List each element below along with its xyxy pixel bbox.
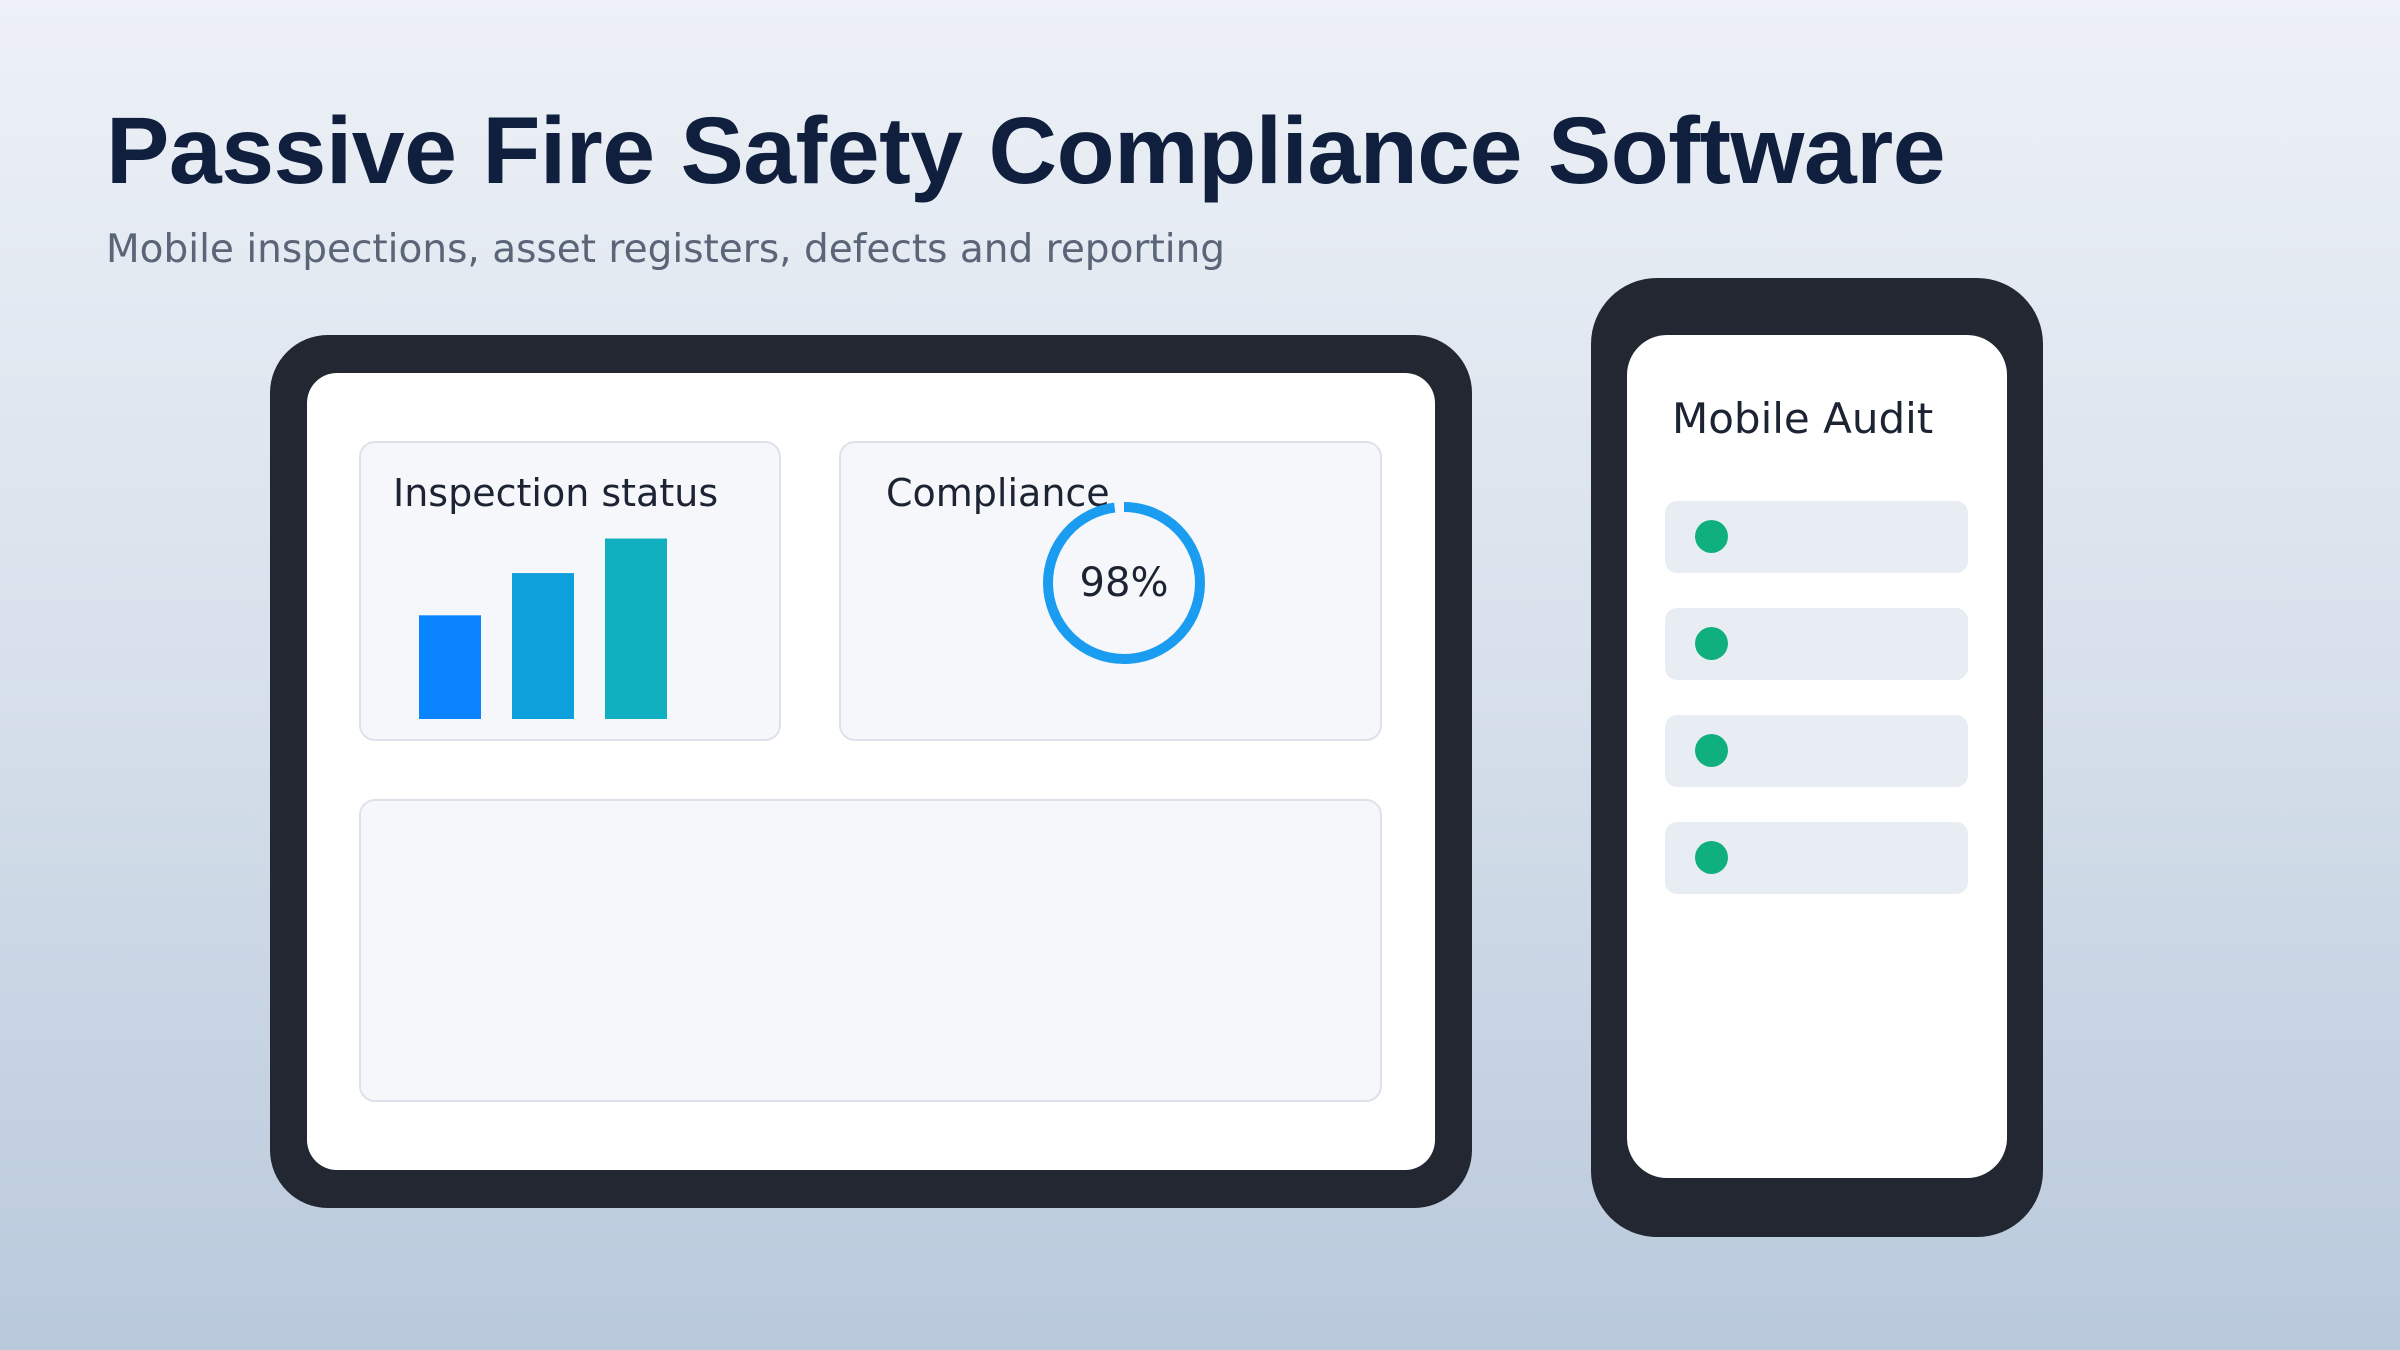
status-dot-icon	[1695, 841, 1728, 874]
audit-item-4[interactable]	[1665, 822, 1968, 894]
audit-item-1[interactable]	[1665, 501, 1968, 573]
phone-screen: Mobile Audit	[1627, 335, 2007, 1178]
inspection-bar-1	[419, 615, 481, 719]
status-dot-icon	[1695, 520, 1728, 553]
status-dot-icon	[1695, 734, 1728, 767]
phone-device: Mobile Audit	[1591, 278, 2043, 1237]
inspection-status-card[interactable]: Inspection status	[359, 441, 781, 741]
compliance-percent: 98%	[1079, 560, 1169, 606]
audit-item-2[interactable]	[1665, 608, 1968, 680]
page-title: Passive Fire Safety Compliance Software	[106, 98, 1946, 204]
page-subtitle: Mobile inspections, asset registers, def…	[106, 227, 1226, 272]
mobile-audit-title: Mobile Audit	[1672, 394, 1934, 443]
inspection-bar-3	[605, 538, 667, 719]
inspection-bar-2	[512, 573, 574, 719]
audit-item-3[interactable]	[1665, 715, 1968, 787]
compliance-card[interactable]: Compliance 98%	[839, 441, 1382, 741]
tablet-screen: Inspection status Compliance 98%	[307, 373, 1435, 1170]
audit-list	[1665, 501, 1968, 929]
status-dot-icon	[1695, 627, 1728, 660]
inspection-bar-chart	[419, 538, 667, 719]
details-panel	[359, 799, 1382, 1102]
tablet-device: Inspection status Compliance 98%	[270, 335, 1472, 1208]
